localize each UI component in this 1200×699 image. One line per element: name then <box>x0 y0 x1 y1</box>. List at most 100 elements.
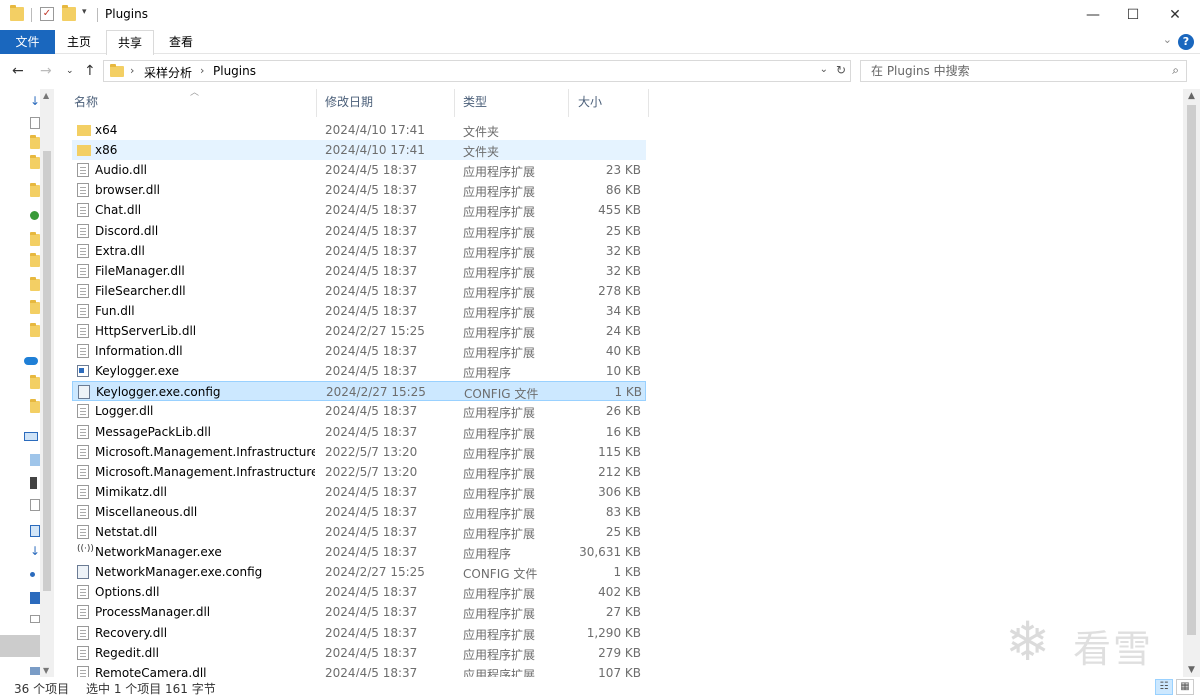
search-input[interactable] <box>869 63 1149 79</box>
file-row[interactable]: Keylogger.exe.config 2024/2/27 15:25 CONFI… <box>72 381 646 402</box>
file-row[interactable]: browser.dll 2024/4/5 18:37 应用程序扩展 86 KB <box>72 180 646 200</box>
file-size: 306 KB <box>598 484 641 499</box>
file-row[interactable]: Microsoft.Management.Infrastructure... 20… <box>72 462 646 482</box>
3d-objects-icon[interactable] <box>30 454 40 466</box>
file-row[interactable]: Recovery.dll 2024/4/5 18:37 应用程序扩展 1,290 KB <box>72 623 646 643</box>
file-date: 2022/5/7 13:20 <box>325 444 418 459</box>
download-icon[interactable]: ↓ <box>30 545 40 557</box>
scroll-thumb[interactable] <box>43 151 51 591</box>
help-button[interactable]: ? <box>1178 34 1194 50</box>
folder-icon[interactable] <box>30 183 40 197</box>
folder-icon[interactable] <box>30 253 40 267</box>
search-icon[interactable]: ⌕ <box>1172 63 1179 78</box>
picture-icon[interactable] <box>30 525 40 537</box>
file-row[interactable]: ((·)) NetworkManager.exe 2024/4/5 18:37 应用程… <box>72 542 646 562</box>
tab-file[interactable]: 文件 <box>0 30 55 54</box>
divider[interactable] <box>454 89 455 117</box>
divider[interactable] <box>316 89 317 117</box>
tab-share[interactable]: 共享 <box>106 30 154 55</box>
scroll-up-icon[interactable]: ▲ <box>43 91 49 100</box>
nav-scrollbar[interactable]: ▲ ▼ <box>40 89 54 677</box>
folder-icon[interactable] <box>30 155 40 169</box>
column-header-size[interactable]: 大小 <box>578 89 602 117</box>
file-row[interactable]: Chat.dll 2024/4/5 18:37 应用程序扩展 455 KB <box>72 200 646 220</box>
folder-icon[interactable] <box>30 323 40 337</box>
customize-toolbar-icon[interactable]: ▾ <box>82 7 96 21</box>
file-row[interactable]: Audio.dll 2024/4/5 18:37 应用程序扩展 23 KB <box>72 160 646 180</box>
folder-icon[interactable] <box>30 300 40 314</box>
file-row[interactable]: MessagePackLib.dll 2024/4/5 18:37 应用程序扩展 16… <box>72 422 646 442</box>
file-row[interactable]: FileSearcher.dll 2024/4/5 18:37 应用程序扩展 278 … <box>72 281 646 301</box>
properties-icon[interactable]: ✓ <box>40 7 54 21</box>
desktop-icon[interactable] <box>30 592 40 604</box>
chevron-down-icon[interactable]: ⌄ <box>820 64 828 75</box>
file-row[interactable]: RemoteCamera.dll 2024/4/5 18:37 应用程序扩展 107 … <box>72 663 646 677</box>
video-icon[interactable] <box>30 477 37 489</box>
file-row[interactable]: Mimikatz.dll 2024/4/5 18:37 应用程序扩展 306 KB <box>72 482 646 502</box>
file-row[interactable]: ProcessManager.dll 2024/4/5 18:37 应用程序扩展 27… <box>72 602 646 622</box>
navigation-pane[interactable]: ↓ ↓ ▲ ▼ <box>0 89 54 677</box>
file-row[interactable]: Options.dll 2024/4/5 18:37 应用程序扩展 402 KB <box>72 582 646 602</box>
close-button[interactable]: ✕ <box>1152 0 1198 30</box>
large-icons-view-icon[interactable]: ▦ <box>1176 679 1194 695</box>
column-header-type[interactable]: 类型 <box>463 89 487 117</box>
search-box[interactable]: ⌕ <box>860 60 1187 82</box>
folder-icon[interactable] <box>30 277 40 291</box>
this-pc-icon[interactable] <box>24 432 38 441</box>
column-header-date[interactable]: 修改日期 <box>325 89 373 117</box>
file-row[interactable]: Netstat.dll 2024/4/5 18:37 应用程序扩展 25 KB <box>72 522 646 542</box>
document-icon[interactable] <box>30 499 40 511</box>
tab-home[interactable]: 主页 <box>58 30 100 54</box>
file-row[interactable]: HttpServerLib.dll 2024/2/27 15:25 应用程序扩展 24… <box>72 321 646 341</box>
new-folder-icon[interactable] <box>62 5 76 21</box>
file-row[interactable]: Fun.dll 2024/4/5 18:37 应用程序扩展 34 KB <box>72 301 646 321</box>
divider[interactable] <box>568 89 569 117</box>
file-date: 2024/4/5 18:37 <box>325 183 418 198</box>
music-icon[interactable] <box>30 572 35 577</box>
scroll-thumb[interactable] <box>1187 105 1196 635</box>
file-row[interactable]: Extra.dll 2024/4/5 18:37 应用程序扩展 32 KB <box>72 241 646 261</box>
onedrive-icon[interactable] <box>24 357 38 365</box>
breadcrumb-item[interactable]: Plugins <box>213 64 256 78</box>
forward-icon[interactable]: → <box>40 63 52 79</box>
file-row[interactable]: FileManager.dll 2024/4/5 18:37 应用程序扩展 32 KB <box>72 261 646 281</box>
file-row[interactable]: Information.dll 2024/4/5 18:37 应用程序扩展 40 KB <box>72 341 646 361</box>
file-row[interactable]: x86 2024/4/10 17:41 文件夹 <box>72 140 646 161</box>
scroll-down-icon[interactable]: ▼ <box>1188 665 1195 675</box>
folder-icon[interactable] <box>30 135 40 149</box>
tab-view[interactable]: 查看 <box>160 30 202 54</box>
address-input[interactable]: › 采样分析 › Plugins ⌄ ↻ <box>103 60 851 82</box>
refresh-icon[interactable]: ↻ <box>836 63 846 77</box>
divider[interactable] <box>648 89 649 117</box>
folder-icon[interactable] <box>30 232 40 246</box>
checkmark-icon[interactable] <box>30 211 39 220</box>
chevron-right-icon[interactable]: › <box>130 64 134 77</box>
breadcrumb-item[interactable]: 采样分析 <box>144 64 192 81</box>
file-row[interactable]: Miscellaneous.dll 2024/4/5 18:37 应用程序扩展 83 … <box>72 502 646 522</box>
maximize-button[interactable]: ☐ <box>1110 0 1156 30</box>
file-row[interactable]: Regedit.dll 2024/4/5 18:37 应用程序扩展 279 KB <box>72 643 646 663</box>
drive-icon[interactable] <box>30 667 40 675</box>
scroll-down-icon[interactable]: ▼ <box>43 666 49 675</box>
scroll-up-icon[interactable]: ▲ <box>1188 91 1195 101</box>
expand-ribbon-icon[interactable]: ⌄ <box>1163 33 1172 46</box>
document-icon[interactable] <box>30 117 40 129</box>
file-row[interactable]: Keylogger.exe 2024/4/5 18:37 应用程序 10 KB <box>72 361 646 381</box>
recent-locations-icon[interactable]: ⌄ <box>66 66 74 76</box>
file-list-scrollbar[interactable]: ▲ ▼ <box>1183 89 1200 677</box>
folder-icon[interactable] <box>30 399 40 413</box>
file-row[interactable]: Discord.dll 2024/4/5 18:37 应用程序扩展 25 KB <box>72 221 646 241</box>
file-row[interactable]: Logger.dll 2024/4/5 18:37 应用程序扩展 26 KB <box>72 401 646 421</box>
file-row[interactable]: Microsoft.Management.Infrastructure... 20… <box>72 442 646 462</box>
chevron-right-icon[interactable]: › <box>200 64 204 77</box>
file-row[interactable]: NetworkManager.exe.config 2024/2/27 15:25… <box>72 562 646 582</box>
column-header-name[interactable]: 名称 <box>74 89 98 117</box>
file-row[interactable]: x64 2024/4/10 17:41 文件夹 <box>72 120 646 140</box>
folder-icon[interactable] <box>30 375 40 389</box>
drive-icon[interactable] <box>30 615 40 623</box>
back-icon[interactable]: ← <box>12 63 24 79</box>
details-view-icon[interactable]: ☷ <box>1155 679 1173 695</box>
selected-nav-item[interactable] <box>0 635 40 657</box>
up-icon[interactable]: ↑ <box>84 63 96 79</box>
file-type: 应用程序扩展 <box>463 265 536 280</box>
